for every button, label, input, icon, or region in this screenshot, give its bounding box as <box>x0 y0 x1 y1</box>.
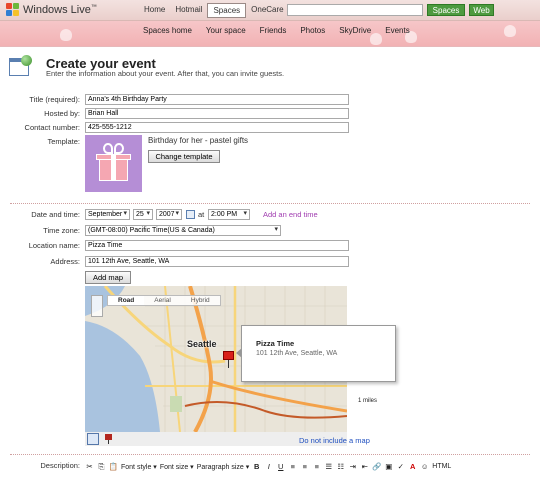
windows-live-logo[interactable]: Windows Live™ <box>6 3 97 16</box>
page-subtitle: Enter the information about your event. … <box>46 69 285 78</box>
time-zone-select[interactable]: (GMT-08:00) Pacific Time(US & Canada) <box>85 225 281 236</box>
paragraph-size-dropdown[interactable]: Paragraph size ▾ <box>197 463 250 471</box>
insert-link-icon[interactable]: 🔗 <box>372 462 381 471</box>
hosted-by-field[interactable]: Brian Hall <box>85 108 349 119</box>
address-field[interactable]: 101 12th Ave, Seattle, WA <box>85 256 349 267</box>
add-end-time-link[interactable]: Add an end time <box>263 210 318 219</box>
search-input[interactable] <box>287 4 423 16</box>
title-field[interactable]: Anna's 4th Birthday Party <box>85 94 349 105</box>
top-header: Windows Live™ Home Hotmail Spaces OneCar… <box>0 0 540 21</box>
header-divider <box>0 46 540 47</box>
numbered-list-icon[interactable]: ☰ <box>324 462 333 471</box>
time-select[interactable]: 2:00 PM <box>208 209 250 220</box>
subnav-your-space[interactable]: Your space <box>206 26 246 35</box>
top-nav: Home Hotmail Spaces OneCare <box>139 3 289 18</box>
location-name-field[interactable]: Pizza Time <box>85 240 349 251</box>
address-label: Address: <box>50 257 80 266</box>
time-zone-label: Time zone: <box>43 226 80 235</box>
indent-icon[interactable]: ⇥ <box>348 462 357 471</box>
template-label: Template: <box>47 137 80 146</box>
map-tab-road[interactable]: Road <box>108 296 145 305</box>
add-map-button[interactable]: Add map <box>85 271 131 284</box>
map-city-label: Seattle <box>187 339 217 349</box>
bold-button[interactable]: B <box>252 462 261 471</box>
align-right-icon[interactable]: ≡ <box>312 462 321 471</box>
subnav-skydrive[interactable]: SkyDrive <box>339 26 371 35</box>
bunny-decoration-icon <box>504 25 516 37</box>
copy-icon[interactable]: ⎘ <box>97 462 106 471</box>
select-pointer-icon[interactable] <box>87 433 99 445</box>
font-size-dropdown[interactable]: Font size ▾ <box>160 463 194 471</box>
change-template-button[interactable]: Change template <box>148 150 220 163</box>
map-tab-aerial[interactable]: Aerial <box>144 296 181 305</box>
callout-title: Pizza Time <box>256 339 295 348</box>
year-select[interactable]: 2007 <box>156 209 182 220</box>
callout-address: 101 12th Ave, Seattle, WA <box>256 350 338 357</box>
paste-icon[interactable]: 📋 <box>109 462 118 471</box>
pushpin-tool-stick <box>108 440 109 444</box>
emoticon-icon[interactable]: ☺ <box>420 462 429 471</box>
nav-spaces[interactable]: Spaces <box>207 3 247 18</box>
hosted-by-label: Hosted by: <box>44 109 80 118</box>
spell-check-icon[interactable]: ✓ <box>396 462 405 471</box>
map-pin-stick <box>228 360 229 368</box>
section-divider <box>10 454 530 455</box>
template-name: Birthday for her - pastel gifts <box>148 136 249 145</box>
outdent-icon[interactable]: ⇤ <box>360 462 369 471</box>
editor-toolbar: ✂ ⎘ 📋 Font style ▾ Font size ▾ Paragraph… <box>85 459 517 474</box>
subnav-photos[interactable]: Photos <box>300 26 325 35</box>
nav-onecare[interactable]: OneCare <box>246 3 288 18</box>
subnav-events[interactable]: Events <box>385 26 409 35</box>
location-name-label: Location name: <box>28 241 80 250</box>
section-divider <box>10 203 530 204</box>
align-left-icon[interactable]: ≡ <box>288 462 297 471</box>
calendar-picker-icon[interactable] <box>186 210 195 219</box>
align-center-icon[interactable]: ≡ <box>300 462 309 471</box>
do-not-include-map-link[interactable]: Do not include a map <box>299 436 370 445</box>
bullet-list-icon[interactable]: ☷ <box>336 462 345 471</box>
bunny-decoration-icon <box>60 29 72 41</box>
cut-icon[interactable]: ✂ <box>85 462 94 471</box>
contact-number-label: Contact number: <box>24 123 80 132</box>
month-select[interactable]: September <box>85 209 130 220</box>
search-spaces-button[interactable]: Spaces <box>427 4 465 16</box>
sub-nav: Spaces home Your space Friends Photos Sk… <box>143 26 410 35</box>
description-label: Description: <box>40 461 80 470</box>
insert-image-icon[interactable]: ▣ <box>384 462 393 471</box>
underline-button[interactable]: U <box>276 462 285 471</box>
calendar-event-icon <box>9 55 34 78</box>
nav-hotmail[interactable]: Hotmail <box>170 3 207 18</box>
sub-nav-bar: Spaces home Your space Friends Photos Sk… <box>0 21 540 46</box>
at-label: at <box>198 210 205 219</box>
date-time-label: Date and time: <box>31 210 80 219</box>
font-color-icon[interactable]: A <box>408 462 417 471</box>
map-pin-icon[interactable] <box>223 351 234 360</box>
font-style-dropdown[interactable]: Font style ▾ <box>121 463 157 471</box>
html-mode-button[interactable]: HTML <box>432 463 451 470</box>
windows-flag-icon <box>6 3 19 16</box>
map-tab-hybrid[interactable]: Hybrid <box>181 296 220 305</box>
brand-name: Windows Live™ <box>23 3 97 16</box>
day-select[interactable]: 25 <box>133 209 153 220</box>
search-web-button[interactable]: Web <box>469 4 494 16</box>
map-callout: Pizza Time 101 12th Ave, Seattle, WA <box>241 325 396 382</box>
map-zoom-control[interactable] <box>91 295 103 317</box>
template-thumbnail[interactable] <box>85 135 142 192</box>
map-view-tabs: Road Aerial Hybrid <box>107 295 221 306</box>
map-scale: 1 miles <box>358 398 378 404</box>
contact-number-field[interactable]: 425-555-1212 <box>85 122 349 133</box>
nav-home[interactable]: Home <box>139 3 170 18</box>
subnav-spaces-home[interactable]: Spaces home <box>143 26 192 35</box>
italic-button[interactable]: I <box>264 462 273 471</box>
subnav-friends[interactable]: Friends <box>260 26 287 35</box>
title-label: Title (required): <box>29 95 80 104</box>
